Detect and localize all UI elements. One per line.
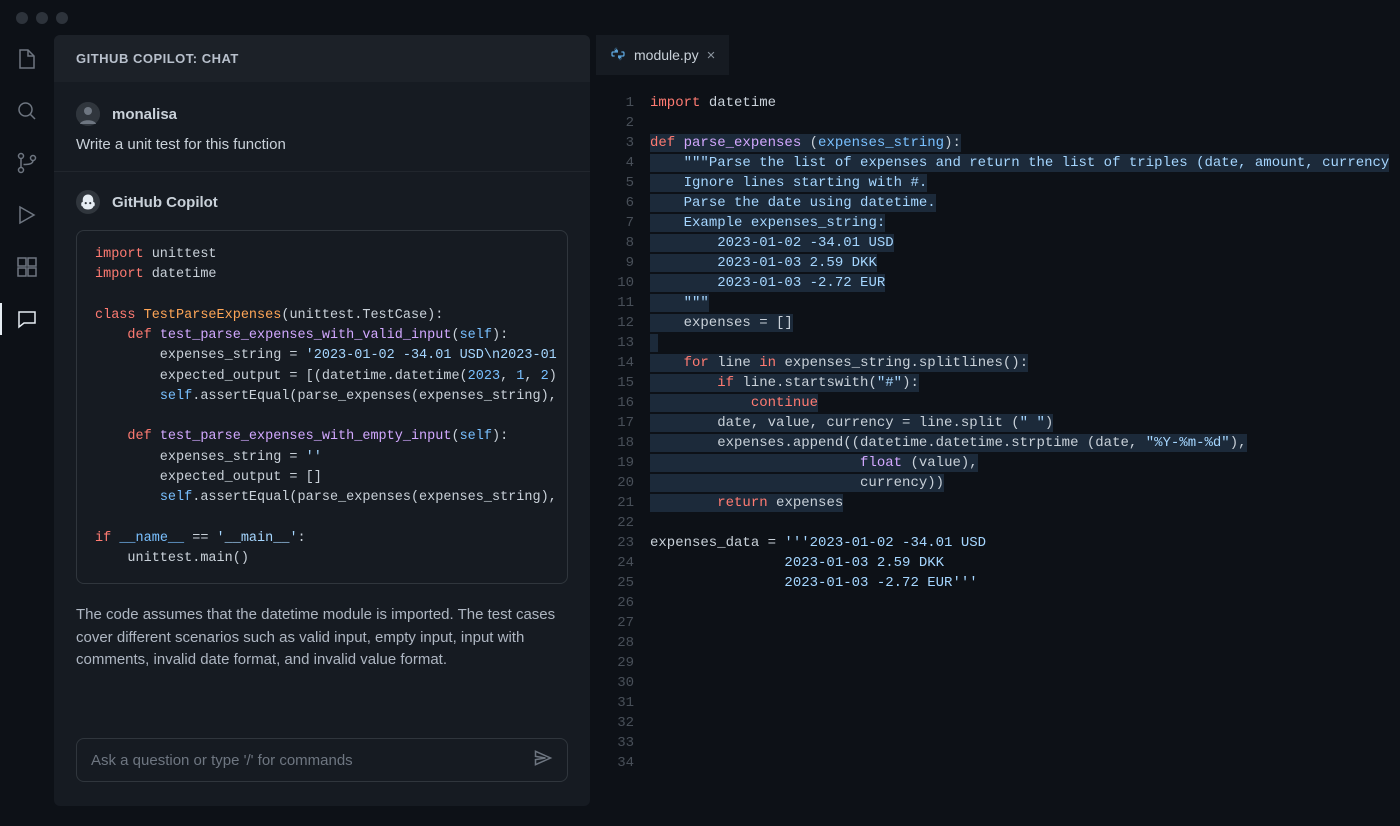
activity-bar: [0, 35, 54, 826]
code-lines[interactable]: import datetimedef parse_expenses (expen…: [650, 93, 1400, 826]
chat-user-row: monalisa: [76, 102, 568, 126]
traffic-light-minimize[interactable]: [36, 12, 48, 24]
avatar-icon: [76, 102, 100, 126]
activity-copilot-chat[interactable]: [13, 305, 41, 333]
chat-body: monalisa Write a unit test for this func…: [54, 82, 590, 720]
activity-source-control[interactable]: [13, 149, 41, 177]
send-icon[interactable]: [533, 748, 553, 773]
copilot-name: GitHub Copilot: [112, 194, 218, 211]
python-icon: [610, 46, 626, 65]
copilot-icon: [79, 193, 97, 211]
copilot-code-block[interactable]: import unittest import datetime class Te…: [76, 230, 568, 584]
activity-extensions[interactable]: [13, 253, 41, 281]
user-avatar: [76, 102, 100, 126]
git-branch-icon: [15, 151, 39, 175]
activity-search[interactable]: [13, 97, 41, 125]
line-gutter: 1234567891011121314151617181920212223242…: [596, 93, 650, 826]
chat-input-field[interactable]: [91, 752, 525, 769]
chat-header: GITHUB COPILOT: CHAT: [54, 35, 590, 82]
chat-panel: GITHUB COPILOT: CHAT monalisa Write a un…: [54, 35, 590, 806]
editor-tab-module[interactable]: module.py ×: [596, 35, 730, 75]
chat-input[interactable]: [76, 738, 568, 782]
play-bug-icon: [15, 203, 39, 227]
files-icon: [15, 47, 39, 71]
copilot-description: The code assumes that the datetime modul…: [76, 604, 568, 672]
editor-panel: module.py × 1234567891011121314151617181…: [596, 35, 1400, 826]
traffic-light-close[interactable]: [16, 12, 28, 24]
app-root: GITHUB COPILOT: CHAT monalisa Write a un…: [0, 35, 1400, 826]
chat-input-wrap: [54, 720, 590, 806]
tab-row: module.py ×: [596, 35, 1400, 75]
chat-icon: [15, 307, 39, 331]
close-icon[interactable]: ×: [707, 47, 716, 64]
copilot-avatar: [76, 190, 100, 214]
activity-run-debug[interactable]: [13, 201, 41, 229]
traffic-light-zoom[interactable]: [56, 12, 68, 24]
activity-explorer[interactable]: [13, 45, 41, 73]
search-icon: [15, 99, 39, 123]
extensions-icon: [15, 255, 39, 279]
user-message: Write a unit test for this function: [76, 136, 568, 153]
tab-filename: module.py: [634, 47, 699, 63]
username: monalisa: [112, 106, 177, 123]
title-bar: [0, 0, 1400, 35]
divider: [54, 171, 590, 172]
editor[interactable]: 1234567891011121314151617181920212223242…: [596, 75, 1400, 826]
copilot-row: GitHub Copilot: [76, 190, 568, 214]
